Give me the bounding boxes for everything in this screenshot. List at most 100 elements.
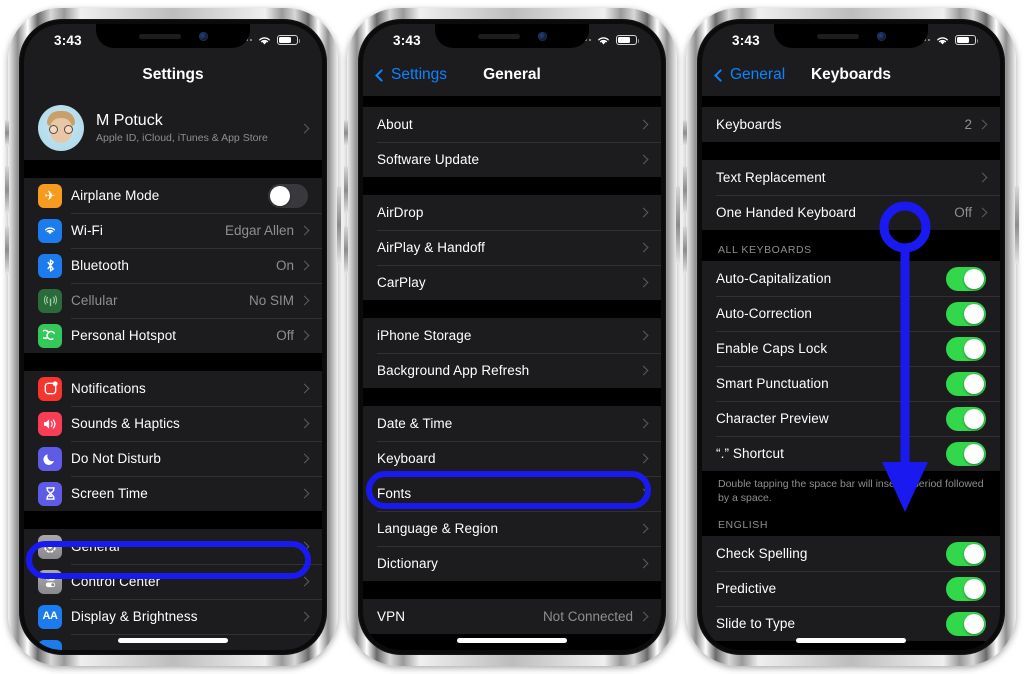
sidebar-item-keyboard[interactable]: Keyboard (363, 441, 661, 476)
mute-switch[interactable] (683, 120, 687, 146)
volume-up-button[interactable] (344, 166, 348, 214)
row-about[interactable]: About (363, 107, 661, 142)
settings-list[interactable]: M Potuck Apple ID, iCloud, iTunes & App … (24, 96, 322, 650)
row-notifications[interactable]: Notifications (24, 371, 322, 406)
row-cellular[interactable]: Cellular No SIM (24, 283, 322, 318)
row-language-region[interactable]: Language & Region (363, 511, 661, 546)
list-gap (702, 96, 1000, 107)
chevron-left-icon (375, 68, 388, 82)
chevron-right-icon (638, 365, 649, 376)
power-button[interactable] (1015, 186, 1019, 264)
chevron-right-icon (638, 558, 649, 569)
row-screen-time[interactable]: Screen Time (24, 476, 322, 511)
row-dictionary[interactable]: Dictionary (363, 546, 661, 581)
smart-punctuation-toggle[interactable] (946, 371, 986, 396)
volume-down-button[interactable] (5, 226, 9, 274)
chevron-right-icon (638, 154, 649, 165)
row-vpn[interactable]: VPN Not Connected (363, 599, 661, 634)
row-control-center[interactable]: Control Center (24, 564, 322, 599)
row-display-brightness[interactable]: AA Display & Brightness (24, 599, 322, 634)
slide-to-type-toggle[interactable] (946, 611, 986, 636)
row-auto-capitalization[interactable]: Auto-Capitalization (702, 261, 1000, 296)
chevron-right-icon (638, 418, 649, 429)
row-value: Edgar Allen (224, 223, 294, 238)
wifi-icon (598, 36, 609, 44)
power-button[interactable] (337, 186, 341, 264)
row-predictive[interactable]: Predictive (702, 571, 1000, 606)
sidebar-item-general[interactable]: General (24, 529, 322, 564)
row-fonts[interactable]: Fonts (363, 476, 661, 511)
row-label: Wi-Fi (71, 223, 103, 238)
auto-correction-toggle[interactable] (946, 301, 986, 326)
general-list[interactable]: About Software Update AirDrop AirPlay & … (363, 96, 661, 650)
row-period-shortcut[interactable]: “.” Shortcut (702, 436, 1000, 471)
enable-caps-lock-toggle[interactable] (946, 336, 986, 361)
predictive-toggle[interactable] (946, 576, 986, 601)
group-sharing: AirDrop AirPlay & Handoff CarPlay (363, 195, 661, 300)
row-check-spelling[interactable]: Check Spelling (702, 536, 1000, 571)
row-label: Software Update (377, 152, 480, 167)
row-background-app-refresh[interactable]: Background App Refresh (363, 353, 661, 388)
auto-capitalization-toggle[interactable] (946, 266, 986, 291)
group-storage: iPhone Storage Background App Refresh (363, 318, 661, 388)
row-label: Dictionary (377, 556, 439, 571)
row-software-update[interactable]: Software Update (363, 142, 661, 177)
check-spelling-toggle[interactable] (946, 541, 986, 566)
row-airplane-mode[interactable]: ✈ Airplane Mode (24, 178, 322, 213)
battery-icon (616, 34, 640, 46)
row-sounds-haptics[interactable]: Sounds & Haptics (24, 406, 322, 441)
back-button-general[interactable]: General (714, 66, 785, 84)
group-keyboards: Keyboards 2 (702, 107, 1000, 142)
row-airdrop[interactable]: AirDrop (363, 195, 661, 230)
phone-screen: 3:43 Settings (363, 24, 661, 650)
chevron-right-icon (299, 453, 310, 464)
row-personal-hotspot[interactable]: Personal Hotspot Off (24, 318, 322, 353)
chevron-right-icon (299, 418, 310, 429)
row-wifi[interactable]: Wi-Fi Edgar Allen (24, 213, 322, 248)
volume-up-button[interactable] (683, 166, 687, 214)
row-label: About (377, 117, 413, 132)
row-enable-caps-lock[interactable]: Enable Caps Lock (702, 331, 1000, 366)
keyboards-list[interactable]: Keyboards 2 Text Replacement One Handed … (702, 96, 1000, 650)
row-text-replacement[interactable]: Text Replacement (702, 160, 1000, 195)
mute-switch[interactable] (344, 120, 348, 146)
volume-up-button[interactable] (5, 166, 9, 214)
phone-1-settings: 3:43 Settings M Potuck Apple ID, iCloud,… (5, 8, 341, 666)
volume-down-button[interactable] (344, 226, 348, 274)
home-indicator[interactable] (118, 638, 228, 643)
power-button[interactable] (676, 186, 680, 264)
row-slide-to-type[interactable]: Slide to Type (702, 606, 1000, 641)
account-subtitle: Apple ID, iCloud, iTunes & App Store (96, 132, 268, 144)
apple-id-row[interactable]: M Potuck Apple ID, iCloud, iTunes & App … (24, 96, 322, 160)
group-alerts: Notifications Sounds & Haptics Do Not Di… (24, 371, 322, 511)
back-button-settings[interactable]: Settings (375, 66, 447, 84)
row-do-not-disturb[interactable]: Do Not Disturb (24, 441, 322, 476)
status-time: 3:43 (732, 32, 760, 48)
row-smart-punctuation[interactable]: Smart Punctuation (702, 366, 1000, 401)
row-iphone-storage[interactable]: iPhone Storage (363, 318, 661, 353)
home-indicator[interactable] (457, 638, 567, 643)
row-auto-correction[interactable]: Auto-Correction (702, 296, 1000, 331)
row-keyboards[interactable]: Keyboards 2 (702, 107, 1000, 142)
mute-switch[interactable] (5, 120, 9, 146)
row-label: CarPlay (377, 275, 426, 290)
row-date-time[interactable]: Date & Time (363, 406, 661, 441)
period-shortcut-toggle[interactable] (946, 441, 986, 466)
phone-screen: 3:43 Settings (24, 24, 322, 650)
battery-icon (955, 34, 979, 46)
row-label: Keyboards (716, 117, 782, 132)
volume-down-button[interactable] (683, 226, 687, 274)
row-bluetooth[interactable]: Bluetooth On (24, 248, 322, 283)
notifications-icon (38, 376, 62, 401)
row-label: Do Not Disturb (71, 451, 161, 466)
row-carplay[interactable]: CarPlay (363, 265, 661, 300)
row-airplay-handoff[interactable]: AirPlay & Handoff (363, 230, 661, 265)
row-label: Slide to Type (716, 616, 796, 632)
home-indicator[interactable] (796, 638, 906, 643)
character-preview-toggle[interactable] (946, 406, 986, 431)
airplane-mode-toggle[interactable] (268, 183, 308, 208)
chevron-right-icon (638, 523, 649, 534)
chevron-right-icon (299, 123, 310, 133)
row-one-handed-keyboard[interactable]: One Handed Keyboard Off (702, 195, 1000, 230)
row-character-preview[interactable]: Character Preview (702, 401, 1000, 436)
